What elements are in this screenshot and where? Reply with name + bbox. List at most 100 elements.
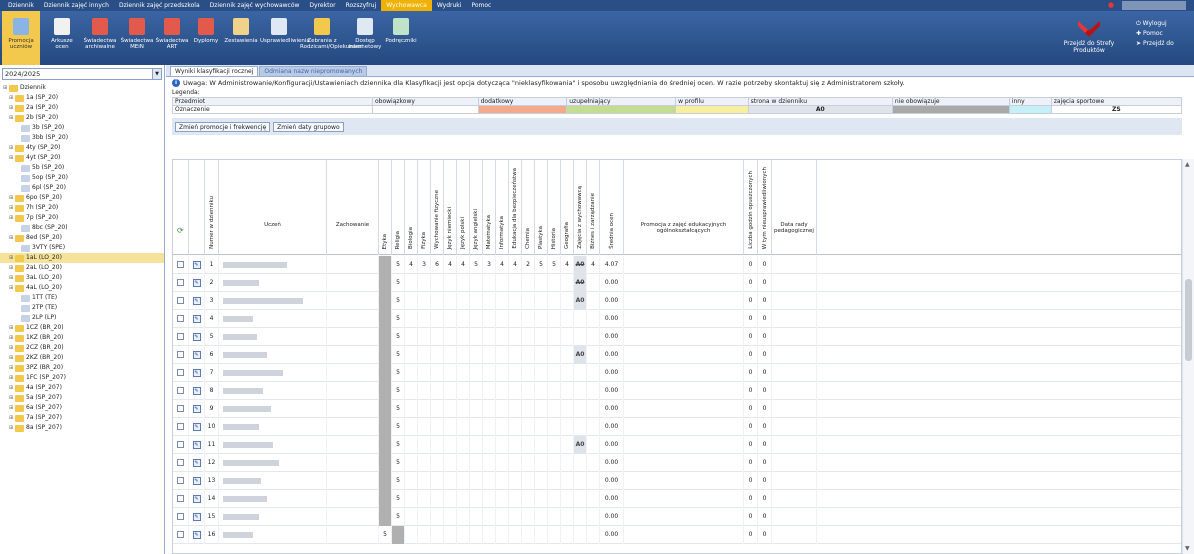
tree-node[interactable]: 5b (SP_20) (0, 163, 164, 173)
ribbon-button-1[interactable]: Arkusze ocen (44, 11, 80, 65)
tree-node[interactable]: ⊞ 7a (SP_207) (0, 413, 164, 423)
tree-node[interactable]: 3b (SP_20) (0, 123, 164, 133)
tree-node[interactable]: ⊞ 2aL (LO_20) (0, 263, 164, 273)
ribbon-button-10[interactable]: Podręczniki (384, 11, 418, 65)
logout-link[interactable]: ⏻ Wyloguj (1136, 20, 1167, 28)
edit-icon[interactable]: ✎ (192, 260, 201, 269)
change-promotion-button[interactable]: Zmień promocje i frekwencję (175, 121, 271, 132)
row-checkbox[interactable] (177, 387, 184, 394)
tree-node[interactable]: ⊞ 5a (SP_207) (0, 393, 164, 403)
tree-node[interactable]: ⊞ Dziennik (0, 83, 164, 93)
scroll-thumb[interactable] (1185, 279, 1192, 361)
scroll-up-icon[interactable]: ▲ (1185, 161, 1190, 168)
goto-link[interactable]: ➤ Przejdź do (1136, 40, 1174, 48)
row-checkbox[interactable] (177, 279, 184, 286)
edit-icon[interactable]: ✎ (192, 458, 201, 467)
menu-item-3[interactable]: Dziennik zajęć wychowawców (205, 0, 305, 11)
tree-node[interactable]: ⊞ 6a (SP_207) (0, 403, 164, 413)
row-checkbox[interactable] (177, 495, 184, 502)
row-checkbox[interactable] (177, 369, 184, 376)
edit-icon[interactable]: ✎ (192, 404, 201, 413)
row-checkbox[interactable] (177, 405, 184, 412)
row-checkbox[interactable] (177, 261, 184, 268)
edit-icon[interactable]: ✎ (192, 494, 201, 503)
tree-node[interactable]: ⊞ 2b (SP_20) (0, 113, 164, 123)
edit-icon[interactable]: ✎ (192, 350, 201, 359)
row-checkbox[interactable] (177, 333, 184, 340)
tree-node[interactable]: ⊞ 4aL (LO_20) (0, 283, 164, 293)
ribbon-button-4[interactable]: Świadectwa ART (155, 11, 189, 65)
tree-node[interactable]: 5op (SP_20) (0, 173, 164, 183)
row-checkbox[interactable] (177, 315, 184, 322)
menu-item-1[interactable]: Dziennik zajęć innych (39, 0, 114, 11)
tree-node[interactable]: ⊞ 2a (SP_20) (0, 103, 164, 113)
edit-icon[interactable]: ✎ (192, 386, 201, 395)
tree-node[interactable]: ⊞ 8ed (SP_20) (0, 233, 164, 243)
tree-node[interactable]: 3VTY (SPE) (0, 243, 164, 253)
tree-node[interactable]: ⊞ 4a (SP_207) (0, 383, 164, 393)
tree-node[interactable]: ⊞ 1aL (LO_20) (0, 253, 164, 263)
scroll-down-icon[interactable]: ▼ (1185, 545, 1190, 552)
tab-1[interactable]: Odmiana nazw niepromowanych (259, 66, 368, 76)
ribbon-button-6[interactable]: Zestawienia (224, 11, 258, 65)
ribbon-button-7[interactable]: Usprawiedliwienia (260, 11, 310, 65)
row-checkbox[interactable] (177, 531, 184, 538)
menu-item-4[interactable]: Dyrektor (304, 0, 340, 11)
tree-node[interactable]: ⊞ 1KZ (BR_20) (0, 333, 164, 343)
tree-node[interactable]: 1TT (TE) (0, 293, 164, 303)
edit-icon[interactable]: ✎ (192, 530, 201, 539)
tree-node[interactable]: ⊞ 6po (SP_20) (0, 193, 164, 203)
row-checkbox[interactable] (177, 423, 184, 430)
menu-item-5[interactable]: Rozszyfruj (341, 0, 382, 11)
tree-node[interactable]: 2TP (TE) (0, 303, 164, 313)
row-checkbox[interactable] (177, 513, 184, 520)
row-checkbox[interactable] (177, 441, 184, 448)
edit-icon[interactable]: ✎ (192, 296, 201, 305)
edit-icon[interactable]: ✎ (192, 476, 201, 485)
strefa-produktow-button[interactable]: Przejdź do Strefy Produktów (1054, 21, 1124, 54)
edit-icon[interactable]: ✎ (192, 314, 201, 323)
school-year-select[interactable]: 2024/2025 ▼ (2, 68, 162, 80)
edit-icon[interactable]: ✎ (192, 278, 201, 287)
tree-node[interactable]: ⊞ 1a (SP_20) (0, 93, 164, 103)
ribbon-button-5[interactable]: Dyplomy (190, 11, 222, 65)
ribbon-button-9[interactable]: Dostęp internetowy (348, 11, 382, 65)
tree-node[interactable]: ⊞ 1CZ (BR_20) (0, 323, 164, 333)
tree-node[interactable]: ⊞ 4ty (SP_20) (0, 143, 164, 153)
row-checkbox[interactable] (177, 351, 184, 358)
tree-node[interactable]: 8bc (SP_20) (0, 223, 164, 233)
ribbon-button-3[interactable]: Świadectwa MEiN (120, 11, 154, 65)
change-dates-button[interactable]: Zmień daty grupowo (273, 121, 344, 132)
tree-node[interactable]: ⊞ 3aL (LO_20) (0, 273, 164, 283)
edit-icon[interactable]: ✎ (192, 368, 201, 377)
menu-item-7[interactable]: Wydruki (432, 0, 467, 11)
tree-node[interactable]: ⊞ 2CZ (BR_20) (0, 343, 164, 353)
row-checkbox[interactable] (177, 477, 184, 484)
menu-item-8[interactable]: Pomoc (466, 0, 496, 11)
edit-icon[interactable]: ✎ (192, 332, 201, 341)
tree-node[interactable]: 3bb (SP_20) (0, 133, 164, 143)
tree-node[interactable]: ⊞ 8a (SP_207) (0, 423, 164, 433)
edit-icon[interactable]: ✎ (192, 512, 201, 521)
ribbon-button-8[interactable]: Zebrania z Rodzicami/Opiekunami (300, 11, 363, 65)
menu-item-0[interactable]: Dziennik (3, 0, 39, 11)
ribbon-button-0[interactable]: Promocja uczniów (2, 11, 40, 65)
row-checkbox[interactable] (177, 297, 184, 304)
tree-node[interactable]: ⊞ 4yt (SP_20) (0, 153, 164, 163)
user-name-box[interactable] (1122, 1, 1186, 10)
tab-0[interactable]: Wyniki klasyfikacji rocznej (170, 66, 259, 76)
edit-icon[interactable]: ✎ (192, 440, 201, 449)
tree-node[interactable]: 6pl (SP_20) (0, 183, 164, 193)
row-checkbox[interactable] (177, 459, 184, 466)
menu-item-2[interactable]: Dziennik zajęć przedszkola (114, 0, 205, 11)
chevron-down-icon[interactable]: ▼ (152, 69, 161, 79)
ribbon-button-2[interactable]: Świadectwa archiwalne (82, 11, 118, 65)
tree-node[interactable]: ⊞ 1FC (SP_207) (0, 373, 164, 383)
tree-node[interactable]: ⊞ 2KZ (BR_20) (0, 353, 164, 363)
tree-node[interactable]: 2LP (LP) (0, 313, 164, 323)
menu-item-6[interactable]: Wychowawca (381, 0, 432, 11)
edit-icon[interactable]: ✎ (192, 422, 201, 431)
select-all-icon[interactable]: ⟳ (177, 226, 184, 235)
vertical-scrollbar[interactable]: ▲ ▼ (1182, 159, 1194, 554)
help-link[interactable]: ✚ Pomoc (1136, 30, 1163, 38)
